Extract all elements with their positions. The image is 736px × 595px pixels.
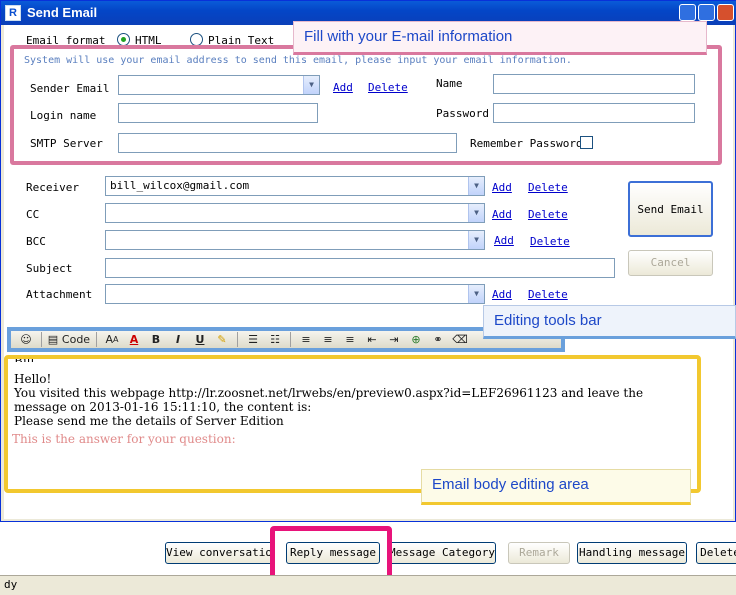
align-right-icon[interactable]: ≡ [339,331,361,348]
conversation-actions-bar: View conversation Reply message Message … [0,522,736,584]
bold-icon[interactable]: B [145,331,167,348]
cc-combo[interactable]: ▼ [105,203,485,223]
cc-add-link[interactable]: Add [492,208,512,221]
chevron-down-icon[interactable]: ▼ [468,204,484,222]
toolbar-callout: Editing tools bar [483,305,736,339]
receiver-label: Receiver [26,181,79,194]
toolbar-divider [96,332,97,347]
receiver-delete-link[interactable]: Delete [528,181,568,194]
send-email-button[interactable]: Send Email [628,181,713,237]
outdent-icon[interactable]: ⇤ [361,331,383,348]
bcc-label: BCC [26,235,46,248]
toolbar-divider [41,332,42,347]
bcc-delete-link[interactable]: Delete [530,235,570,248]
receiver-add-link[interactable]: Add [492,181,512,194]
code-button[interactable]: Code [60,331,92,348]
align-center-icon[interactable]: ≡ [317,331,339,348]
maximize-button[interactable] [698,4,715,21]
italic-icon[interactable]: I [167,331,189,348]
bcc-add-link[interactable]: Add [494,234,514,247]
cc-delete-link[interactable]: Delete [528,208,568,221]
attachment-delete-link[interactable]: Delete [528,288,568,301]
subject-field[interactable] [105,258,615,278]
minimize-button[interactable] [679,4,696,21]
status-text: dy [4,578,18,591]
smiley-icon[interactable]: ☺ [15,331,37,348]
toolbar-divider [237,332,238,347]
indent-icon[interactable]: ⇥ [383,331,405,348]
underline-icon[interactable]: U [189,331,211,348]
bullet-list-icon[interactable]: ☷ [264,331,286,348]
cancel-button[interactable]: Cancel [628,250,713,276]
subject-label: Subject [26,262,73,275]
cc-label: CC [26,208,40,221]
highlight-icon[interactable]: ✎ [211,331,233,348]
close-button[interactable] [717,4,734,21]
receiver-value: bill_wilcox@gmail.com [110,179,250,192]
attachment-add-link[interactable]: Add [492,288,512,301]
app-icon: R [5,5,21,21]
attachment-combo[interactable]: ▼ [105,284,485,304]
code-icon[interactable]: ▤ [46,331,60,348]
numbered-list-icon[interactable]: ☰ [242,331,264,348]
message-category-button[interactable]: Message Category [388,542,496,564]
unlink-icon[interactable]: ⚭ [427,331,449,348]
eraser-icon[interactable]: ⌫ [449,331,471,348]
sender-info-highlight [10,45,722,165]
receiver-combo[interactable]: bill_wilcox@gmail.com ▼ [105,176,485,196]
remark-button[interactable]: Remark [508,542,570,564]
toolbar-divider [290,332,291,347]
align-left-icon[interactable]: ≡ [295,331,317,348]
font-color-icon[interactable]: A [123,331,145,348]
chevron-down-icon[interactable]: ▼ [468,177,484,195]
handling-message-button[interactable]: Handling message [577,542,687,564]
chevron-down-icon[interactable]: ▼ [468,285,484,303]
fill-info-callout: Fill with your E-mail information [293,21,707,55]
email-body-callout: Email body editing area [421,469,691,505]
status-bar: dy [0,575,736,595]
attachment-label: Attachment [26,288,93,301]
editing-toolbar: ☺ ▤ Code AA A B I U ✎ ☰ ☷ ≡ ≡ ≡ ⇤ ⇥ ⊕ ⚭ … [7,327,565,352]
chevron-down-icon[interactable]: ▼ [468,231,484,249]
delete-button[interactable]: Delete [696,542,736,564]
bcc-combo[interactable]: ▼ [105,230,485,250]
view-conversation-button[interactable]: View conversation [165,542,275,564]
insert-link-icon[interactable]: ⊕ [405,331,427,348]
font-size-icon[interactable]: AA [101,331,123,348]
window-title: Send Email [27,5,98,20]
